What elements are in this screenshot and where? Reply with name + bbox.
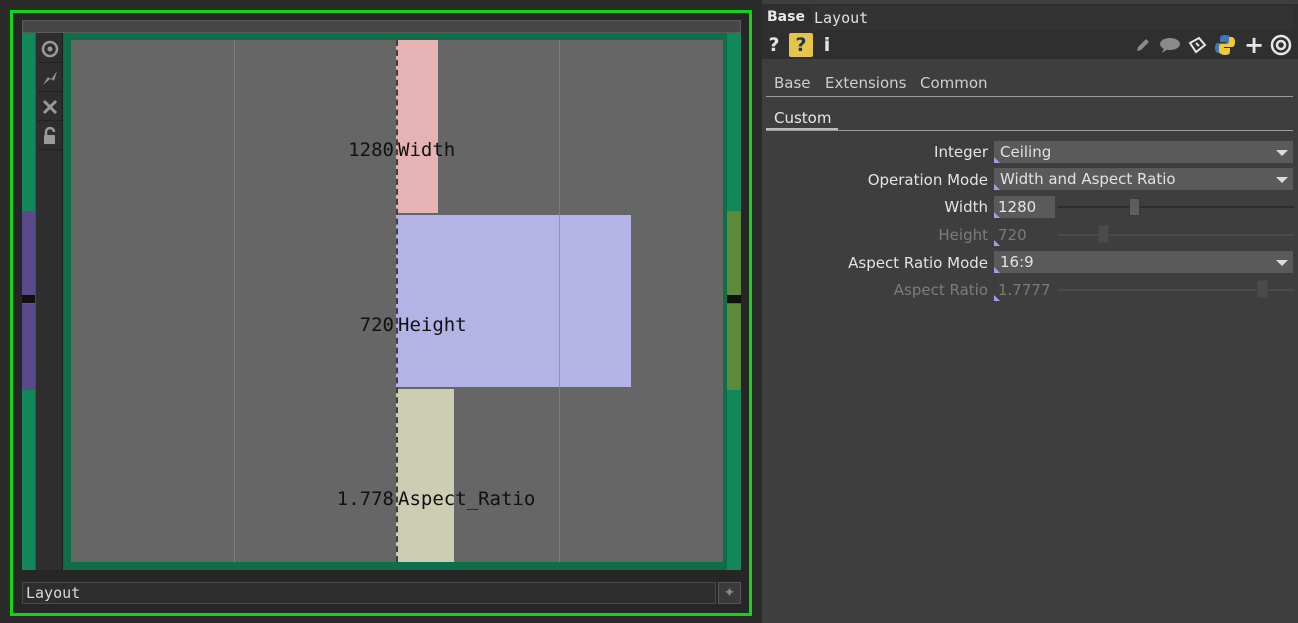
height-field: 720: [998, 226, 1027, 244]
tab-extensions[interactable]: Extensions: [825, 74, 906, 92]
tab-divider: [766, 130, 1293, 131]
aspect-ratio-slider-handle: [1257, 280, 1268, 298]
param-label-operation-mode: Operation Mode: [867, 171, 988, 189]
operator-name-field[interactable]: Layout: [812, 6, 1293, 30]
grid-line: [234, 40, 235, 562]
python-icon[interactable]: [1213, 33, 1237, 57]
height-slider-handle: [1098, 225, 1109, 243]
param-corner-marker: [994, 212, 1000, 218]
help-icon[interactable]: ?: [766, 33, 782, 57]
info-icon[interactable]: i: [820, 33, 834, 57]
clone-icon[interactable]: [1186, 33, 1208, 57]
bar-value-label: 720: [359, 314, 394, 336]
output-connector[interactable]: [727, 33, 741, 570]
operation-mode-value: Width and Aspect Ratio: [1000, 170, 1176, 188]
integer-menu[interactable]: Ceiling: [994, 141, 1293, 163]
parameter-panel: Base Layout ? ? i + Base Extensions Comm…: [762, 0, 1298, 623]
bar-width: [396, 40, 438, 213]
tab-divider: [766, 96, 1293, 97]
bar-name-label: Height: [398, 314, 467, 336]
add-icon[interactable]: +: [1242, 31, 1266, 59]
node-side-toolbar: [36, 33, 63, 570]
operator-type: Base: [767, 9, 805, 25]
param-corner-marker: [994, 295, 1000, 301]
param-corner-marker: [994, 267, 1000, 273]
operation-mode-menu[interactable]: Width and Aspect Ratio: [994, 168, 1293, 190]
cook-flag-icon[interactable]: [37, 64, 62, 92]
node-viewer[interactable]: 1280 Width 720 Height 1.778 Aspect_Ratio: [71, 40, 723, 562]
grid-line: [559, 215, 560, 387]
bar-name-label: Width: [398, 139, 456, 161]
viewer-icon[interactable]: [1269, 33, 1293, 57]
param-corner-marker: [994, 157, 1000, 163]
bar-value-label: 1280: [348, 139, 394, 161]
output-wire-1: [727, 211, 741, 297]
viewer-toggle-icon[interactable]: [37, 35, 62, 63]
height-slider: [1058, 234, 1294, 236]
chevron-down-icon: [1276, 150, 1288, 156]
param-label-width: Width: [944, 198, 988, 216]
bar-name-label: Aspect_Ratio: [398, 488, 536, 510]
python-help-icon[interactable]: ?: [789, 33, 813, 57]
aspect-ratio-mode-menu[interactable]: 16:9: [994, 251, 1293, 273]
bar-height: [396, 215, 631, 387]
param-corner-marker: [994, 184, 1000, 190]
bar-aspect-ratio: [396, 389, 454, 562]
param-label-integer: Integer: [934, 143, 988, 161]
aspect-ratio-mode-value: 16:9: [1000, 253, 1034, 271]
node-footer-plus-icon[interactable]: ✦: [718, 582, 741, 604]
comment-icon[interactable]: [1158, 33, 1182, 57]
output-wire-2: [727, 304, 741, 390]
width-slider[interactable]: [1058, 206, 1294, 208]
zero-axis: [396, 40, 398, 562]
input-notch: [22, 295, 35, 303]
chevron-down-icon: [1276, 177, 1288, 183]
edit-icon[interactable]: [1133, 33, 1153, 57]
tab-common[interactable]: Common: [920, 74, 988, 92]
aspect-ratio-field: 1.7777: [998, 281, 1051, 299]
tab-base[interactable]: Base: [774, 74, 811, 92]
lock-icon[interactable]: [37, 122, 62, 150]
node-title-bar[interactable]: [22, 20, 741, 33]
output-notch: [727, 295, 741, 303]
integer-menu-value: Ceiling: [1000, 143, 1052, 161]
bypass-icon[interactable]: [37, 93, 62, 121]
width-field[interactable]: 1280: [994, 196, 1055, 218]
bar-value-label: 1.778: [336, 488, 394, 510]
node-name-field[interactable]: Layout: [22, 582, 716, 604]
param-icon-row: ? ? i +: [762, 31, 1298, 59]
param-corner-marker: [994, 240, 1000, 246]
width-slider-handle[interactable]: [1129, 198, 1140, 216]
param-header: Base Layout: [762, 4, 1298, 31]
input-wire-1: [22, 211, 35, 297]
input-connector[interactable]: [22, 33, 35, 570]
tab-custom[interactable]: Custom: [766, 107, 838, 131]
param-label-aspect-ratio-mode: Aspect Ratio Mode: [848, 254, 988, 272]
chevron-down-icon: [1276, 260, 1288, 266]
input-wire-2: [22, 304, 35, 390]
param-label-height: Height: [938, 226, 988, 244]
param-label-aspect-ratio: Aspect Ratio: [893, 281, 988, 299]
